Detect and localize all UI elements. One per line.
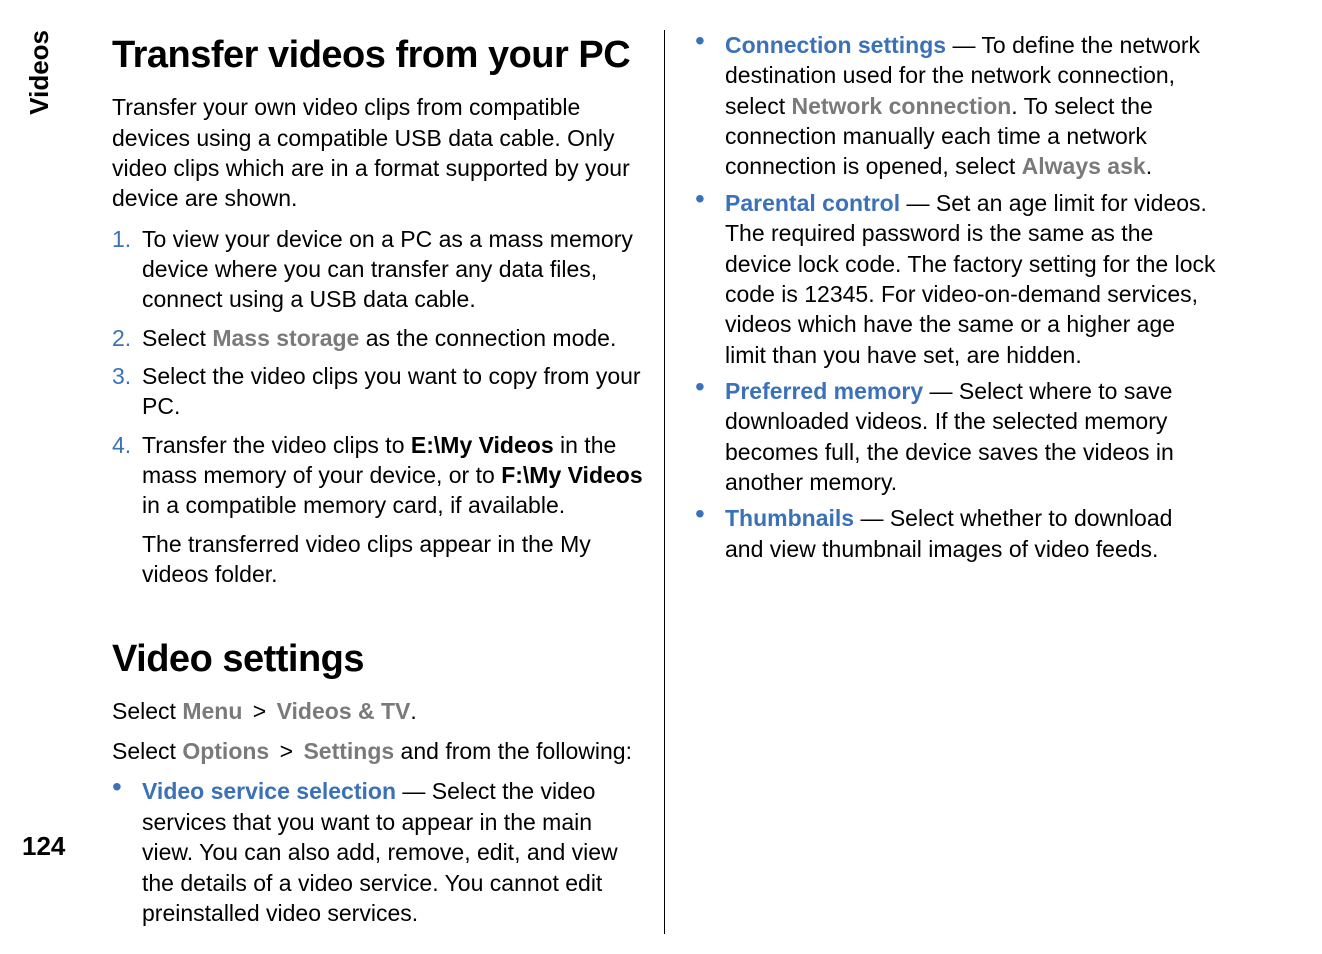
step-item: 2. Select Mass storage as the connection… bbox=[112, 323, 644, 353]
step-number: 1. bbox=[112, 224, 142, 315]
ui-label-menu: Menu bbox=[182, 698, 242, 724]
transfer-steps: 1. To view your device on a PC as a mass… bbox=[112, 224, 644, 590]
ui-label-mass-storage: Mass storage bbox=[212, 325, 359, 351]
bullet-text: Parental control — Set an age limit for … bbox=[725, 188, 1217, 370]
ui-label-settings: Settings bbox=[303, 738, 394, 764]
bullet-text: Video service selection — Select the vid… bbox=[142, 776, 644, 928]
path-e: E:\My Videos bbox=[411, 432, 554, 458]
list-item: • Parental control — Set an age limit fo… bbox=[695, 188, 1217, 370]
step-number: 4. bbox=[112, 430, 142, 590]
step-item: 3. Select the video clips you want to co… bbox=[112, 361, 644, 422]
nav-path-1: Select Menu > Videos & TV. bbox=[112, 696, 644, 726]
setting-label-connection-settings: Connection settings bbox=[725, 32, 946, 58]
page-number: 124 bbox=[22, 831, 65, 862]
step-number: 2. bbox=[112, 323, 142, 353]
setting-label-video-service-selection: Video service selection bbox=[142, 778, 396, 804]
setting-label-thumbnails: Thumbnails bbox=[725, 505, 854, 531]
ui-label-options: Options bbox=[182, 738, 269, 764]
bullet-icon: • bbox=[695, 503, 725, 564]
list-item: • Connection settings — To define the ne… bbox=[695, 30, 1217, 182]
list-item: • Video service selection — Select the v… bbox=[112, 776, 644, 928]
side-tab-label: Videos bbox=[24, 30, 55, 115]
step-text: To view your device on a PC as a mass me… bbox=[142, 224, 644, 315]
intro-paragraph: Transfer your own video clips from compa… bbox=[112, 92, 644, 213]
bullet-text: Thumbnails — Select whether to download … bbox=[725, 503, 1217, 564]
heading-video-settings: Video settings bbox=[112, 634, 644, 684]
setting-label-parental-control: Parental control bbox=[725, 190, 900, 216]
step-item: 4. Transfer the video clips to E:\My Vid… bbox=[112, 430, 644, 590]
step-number: 3. bbox=[112, 361, 142, 422]
bullet-icon: • bbox=[112, 776, 142, 928]
left-column: Transfer videos from your PC Transfer yo… bbox=[112, 30, 664, 934]
list-item: • Preferred memory — Select where to sav… bbox=[695, 376, 1217, 497]
path-f: F:\My Videos bbox=[501, 462, 642, 488]
step-sub-paragraph: The transferred video clips appear in th… bbox=[142, 529, 644, 590]
heading-transfer: Transfer videos from your PC bbox=[112, 30, 644, 80]
ui-label-always-ask: Always ask bbox=[1022, 153, 1146, 179]
bullet-icon: • bbox=[695, 376, 725, 497]
list-item: • Thumbnails — Select whether to downloa… bbox=[695, 503, 1217, 564]
settings-bullets-right: • Connection settings — To define the ne… bbox=[695, 30, 1217, 564]
ui-label-videos-tv: Videos & TV bbox=[277, 698, 411, 724]
nav-path-2: Select Options > Settings and from the f… bbox=[112, 736, 644, 766]
settings-bullets-left: • Video service selection — Select the v… bbox=[112, 776, 644, 928]
bullet-icon: • bbox=[695, 30, 725, 182]
right-column: • Connection settings — To define the ne… bbox=[665, 30, 1217, 934]
step-text: Transfer the video clips to E:\My Videos… bbox=[142, 430, 644, 590]
bullet-text: Connection settings — To define the netw… bbox=[725, 30, 1217, 182]
bullet-icon: • bbox=[695, 188, 725, 370]
setting-label-preferred-memory: Preferred memory bbox=[725, 378, 923, 404]
page-content: Transfer videos from your PC Transfer yo… bbox=[112, 30, 1266, 934]
step-text: Select the video clips you want to copy … bbox=[142, 361, 644, 422]
step-item: 1. To view your device on a PC as a mass… bbox=[112, 224, 644, 315]
ui-label-network-connection: Network connection bbox=[791, 93, 1011, 119]
step-text: Select Mass storage as the connection mo… bbox=[142, 323, 644, 353]
bullet-text: Preferred memory — Select where to save … bbox=[725, 376, 1217, 497]
